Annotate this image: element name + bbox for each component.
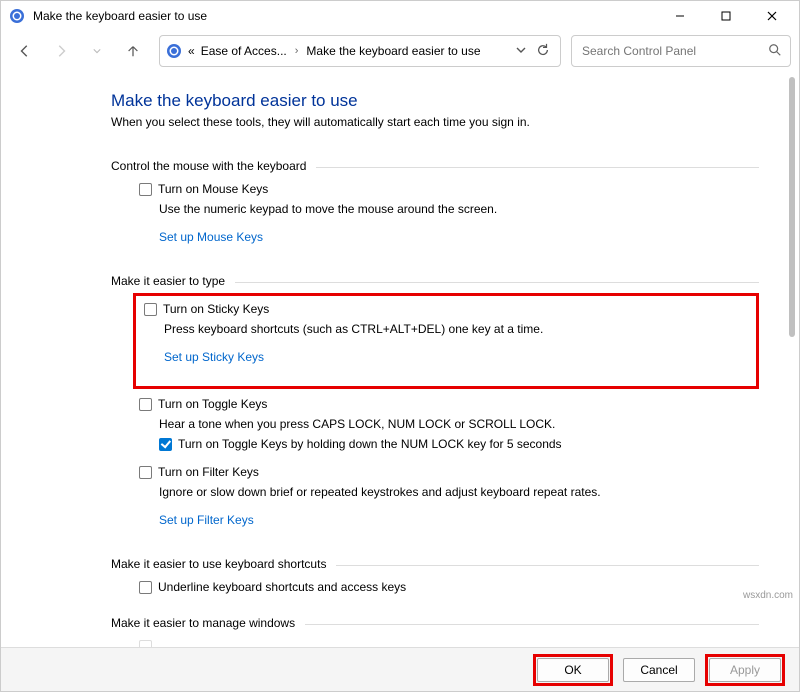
mouse-keys-label: Turn on Mouse Keys [158,182,268,196]
search-box[interactable] [571,35,791,67]
sticky-keys-checkbox[interactable] [144,303,157,316]
underline-shortcuts-checkbox[interactable] [139,581,152,594]
windows-option-checkbox[interactable] [139,640,152,648]
search-icon[interactable] [768,43,782,60]
toggle-keys-numlock-checkbox[interactable] [159,438,172,451]
content-area: Make the keyboard easier to use When you… [1,71,799,647]
watermark: wsxdn.com [743,590,793,601]
ok-button[interactable]: OK [537,658,609,682]
breadcrumb-prefix: « [188,44,195,58]
cancel-button[interactable]: Cancel [623,658,695,682]
button-bar: OK Cancel Apply [1,647,799,691]
underline-shortcuts-label: Underline keyboard shortcuts and access … [158,580,406,594]
location-icon [166,43,182,59]
filter-keys-checkbox[interactable] [139,466,152,479]
windows-option-label [158,639,161,647]
search-input[interactable] [580,43,768,59]
window-root: Make the keyboard easier to use « Ease o… [0,0,800,692]
filter-keys-label: Turn on Filter Keys [158,465,259,479]
nav-bar: « Ease of Acces... › Make the keyboard e… [1,31,799,71]
filter-keys-desc: Ignore or slow down brief or repeated ke… [159,485,759,499]
mouse-keys-checkbox[interactable] [139,183,152,196]
toggle-keys-numlock-label: Turn on Toggle Keys by holding down the … [178,437,562,451]
section-type-title: Make it easier to type [111,274,225,288]
close-button[interactable] [749,1,795,31]
refresh-icon[interactable] [536,43,550,60]
divider [305,624,759,625]
toggle-keys-checkbox[interactable] [139,398,152,411]
recent-locations-button[interactable] [81,35,113,67]
divider [235,282,759,283]
sticky-keys-highlight: Turn on Sticky Keys Press keyboard short… [133,293,759,389]
window-title: Make the keyboard easier to use [33,9,207,23]
apply-button-highlight: Apply [705,654,785,686]
toggle-keys-label: Turn on Toggle Keys [158,397,267,411]
scrollbar-thumb[interactable] [789,77,795,337]
section-mouse-title: Control the mouse with the keyboard [111,159,306,173]
section-windows-title: Make it easier to manage windows [111,616,295,630]
section-shortcuts-title: Make it easier to use keyboard shortcuts [111,557,326,571]
breadcrumb-part2[interactable]: Make the keyboard easier to use [306,44,480,58]
address-bar[interactable]: « Ease of Acces... › Make the keyboard e… [159,35,561,67]
ok-button-highlight: OK [533,654,613,686]
app-icon [9,8,25,24]
title-bar: Make the keyboard easier to use [1,1,799,31]
divider [336,565,759,566]
setup-mouse-keys-link[interactable]: Set up Mouse Keys [159,230,263,244]
up-button[interactable] [117,35,149,67]
page-title: Make the keyboard easier to use [111,91,759,111]
scrollbar[interactable] [789,77,795,641]
mouse-keys-desc: Use the numeric keypad to move the mouse… [159,202,759,216]
apply-button[interactable]: Apply [709,658,781,682]
sticky-keys-label: Turn on Sticky Keys [163,302,269,316]
back-button[interactable] [9,35,41,67]
maximize-button[interactable] [703,1,749,31]
forward-button[interactable] [45,35,77,67]
content-scroll[interactable]: Make the keyboard easier to use When you… [1,71,799,647]
chevron-down-icon[interactable] [516,44,526,58]
sticky-keys-desc: Press keyboard shortcuts (such as CTRL+A… [164,322,748,336]
divider [316,167,759,168]
breadcrumb-part1[interactable]: Ease of Acces... [201,44,287,58]
setup-filter-keys-link[interactable]: Set up Filter Keys [159,513,254,527]
chevron-right-icon[interactable]: › [293,45,301,57]
setup-sticky-keys-link[interactable]: Set up Sticky Keys [164,350,264,364]
toggle-keys-desc: Hear a tone when you press CAPS LOCK, NU… [159,417,759,431]
page-subtitle: When you select these tools, they will a… [111,115,759,129]
minimize-button[interactable] [657,1,703,31]
